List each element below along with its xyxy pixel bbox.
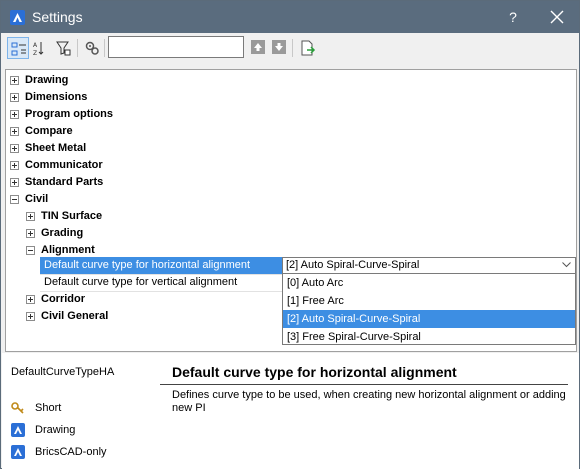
dropdown-option-auto-arc[interactable]: [0] Auto Arc bbox=[283, 274, 575, 292]
tree-item-label: TIN Surface bbox=[41, 210, 103, 222]
dropdown-option-auto-spiral[interactable]: [2] Auto Spiral-Curve-Spiral bbox=[283, 310, 575, 328]
settings-tools-button[interactable] bbox=[81, 37, 103, 59]
attribute-label: BricsCAD-only bbox=[35, 446, 107, 458]
toolbar-separator bbox=[292, 39, 293, 57]
tree-item-label: Grading bbox=[41, 227, 84, 239]
close-button[interactable] bbox=[541, 1, 573, 33]
expand-icon[interactable] bbox=[26, 312, 35, 321]
filter-button[interactable] bbox=[52, 37, 74, 59]
property-vertical-curve-type[interactable]: Default curve type for vertical alignmen… bbox=[40, 274, 285, 291]
tree-item-label: Compare bbox=[25, 125, 73, 137]
expand-icon[interactable] bbox=[10, 76, 19, 85]
divider bbox=[160, 384, 568, 385]
collapse-icon[interactable] bbox=[10, 195, 19, 204]
tree-item-label: Drawing bbox=[25, 74, 69, 86]
help-button[interactable]: ? bbox=[498, 1, 528, 33]
bricscad-icon bbox=[11, 445, 25, 459]
tree-item-label: Program options bbox=[25, 108, 114, 120]
categorized-icon bbox=[11, 42, 26, 56]
expand-icon[interactable] bbox=[10, 161, 19, 170]
expand-icon[interactable] bbox=[10, 144, 19, 153]
gears-icon bbox=[85, 41, 99, 55]
toolbar: A Z bbox=[1, 33, 579, 63]
collapse-icon[interactable] bbox=[26, 246, 35, 255]
dropdown-option-free-arc[interactable]: [1] Free Arc bbox=[283, 292, 575, 310]
property-horizontal-curve-type[interactable]: Default curve type for horizontal alignm… bbox=[40, 257, 285, 274]
select-value: [2] Auto Spiral-Curve-Spiral bbox=[286, 259, 420, 271]
tree-item-label: Civil bbox=[25, 193, 49, 205]
categorized-view-button[interactable] bbox=[7, 37, 29, 59]
tree-item-label: Standard Parts bbox=[25, 176, 104, 188]
attribute-label: Drawing bbox=[35, 424, 76, 436]
variable-name: DefaultCurveTypeHA bbox=[11, 366, 115, 378]
curve-type-dropdown: [0] Auto Arc [1] Free Arc [2] Auto Spira… bbox=[282, 273, 576, 345]
arrow-up-icon bbox=[254, 43, 262, 51]
expand-icon[interactable] bbox=[10, 93, 19, 102]
search-input[interactable] bbox=[108, 36, 244, 58]
chevron-down-icon[interactable] bbox=[562, 262, 571, 268]
expand-icon[interactable] bbox=[10, 127, 19, 136]
expand-icon[interactable] bbox=[26, 212, 35, 221]
alphabetical-view-button[interactable]: A Z bbox=[29, 37, 51, 59]
settings-window: Settings ? A Z Drawing Dimensions Progra… bbox=[0, 0, 580, 469]
info-title: Default curve type for horizontal alignm… bbox=[172, 364, 457, 380]
key-icon bbox=[11, 402, 24, 414]
bricscad-app-icon bbox=[10, 10, 25, 25]
svg-text:Z: Z bbox=[33, 50, 37, 56]
close-icon bbox=[550, 10, 564, 24]
property-label: Default curve type for vertical alignmen… bbox=[44, 276, 238, 288]
filter-icon bbox=[56, 41, 71, 56]
window-title: Settings bbox=[32, 9, 83, 25]
expand-icon[interactable] bbox=[10, 178, 19, 187]
previous-match-button[interactable] bbox=[251, 40, 265, 54]
toolbar-separator bbox=[104, 39, 105, 57]
svg-text:A: A bbox=[33, 42, 38, 49]
export-icon bbox=[301, 40, 316, 56]
tree-item-label: Communicator bbox=[25, 159, 103, 171]
info-description: Defines curve type to be used, when crea… bbox=[172, 389, 566, 414]
bricscad-icon bbox=[11, 423, 25, 437]
expand-icon[interactable] bbox=[10, 110, 19, 119]
tree-item-label: Corridor bbox=[41, 293, 85, 305]
arrow-down-icon bbox=[275, 43, 283, 51]
next-match-button[interactable] bbox=[272, 40, 286, 54]
curve-type-select[interactable]: [2] Auto Spiral-Curve-Spiral bbox=[282, 257, 576, 274]
title-bar[interactable]: Settings ? bbox=[1, 1, 579, 33]
attribute-label: Short bbox=[35, 402, 62, 414]
property-label: Default curve type for horizontal alignm… bbox=[44, 259, 251, 271]
dropdown-option-free-spiral[interactable]: [3] Free Spiral-Curve-Spiral bbox=[283, 328, 575, 346]
expand-icon[interactable] bbox=[26, 229, 35, 238]
sort-az-icon: A Z bbox=[33, 42, 44, 56]
expand-icon[interactable] bbox=[26, 295, 35, 304]
tree-item-label: Dimensions bbox=[25, 91, 88, 103]
tree-item-label: Sheet Metal bbox=[25, 142, 87, 154]
tree-item-label: Civil General bbox=[41, 310, 109, 322]
export-button[interactable] bbox=[297, 37, 319, 59]
info-panel: DefaultCurveTypeHA Default curve type fo… bbox=[2, 353, 579, 469]
toolbar-separator bbox=[77, 39, 78, 57]
